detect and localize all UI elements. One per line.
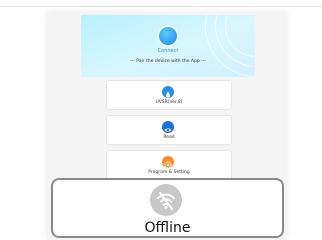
- program-setting-label: Program & Setting: [148, 170, 190, 175]
- eye-icon: [162, 121, 174, 133]
- offline-overlay: Offline: [51, 178, 284, 238]
- offline-status-label: Offline: [144, 220, 191, 236]
- app-screen: Connect --- Pair the device with the App…: [47, 12, 287, 240]
- program-setting-card[interactable]: Program & Setting: [106, 150, 232, 180]
- uvsr-card[interactable]: UVSR(Ver.8): [106, 80, 232, 110]
- pair-hint: --- Pair the device with the App ---: [129, 59, 206, 64]
- connect-header: Connect --- Pair the device with the App…: [81, 15, 255, 77]
- connect-label: Connect: [157, 48, 179, 54]
- top-divider: [0, 6, 322, 7]
- gear-icon: [162, 156, 174, 169]
- wifi-off-icon: [150, 184, 182, 216]
- read-card[interactable]: Read: [106, 115, 232, 145]
- drop-icon: [162, 86, 174, 98]
- connect-button[interactable]: [159, 27, 177, 45]
- read-label: Read: [163, 135, 175, 140]
- uvsr-label: UVSR(Ver.8): [155, 100, 183, 105]
